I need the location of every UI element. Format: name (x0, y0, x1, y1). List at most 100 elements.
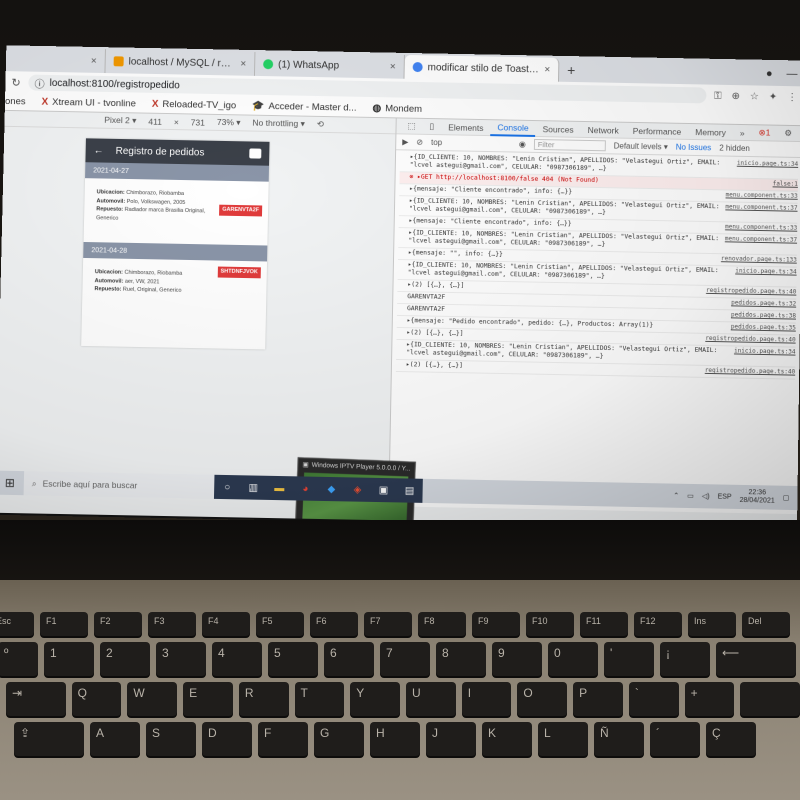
keyboard-key[interactable]: A (90, 722, 140, 756)
keyboard-key[interactable]: F2 (94, 612, 142, 636)
levels-select[interactable]: Default levels ▾ (614, 141, 668, 151)
keyboard-key[interactable]: 3 (156, 642, 206, 676)
keyboard-key[interactable]: 5 (268, 642, 318, 676)
git-icon[interactable]: ◈ (344, 477, 371, 502)
task-view-icon[interactable]: ▥ (240, 475, 267, 500)
keyboard-key[interactable]: I (461, 682, 512, 716)
keyboard-key[interactable]: ` (628, 682, 679, 716)
keyboard-key[interactable]: 4 (212, 642, 262, 676)
more-tabs[interactable]: » (733, 124, 752, 140)
keyboard-key[interactable]: 6 (324, 642, 374, 676)
device-height[interactable]: 731 (191, 117, 205, 127)
keyboard-key[interactable]: H (370, 722, 420, 756)
log-source-link[interactable]: menu.component.ts:33 (726, 191, 798, 200)
keyboard-key[interactable]: O (517, 682, 568, 716)
close-icon[interactable]: × (544, 64, 550, 75)
throttle-select[interactable]: No throttling ▾ (252, 118, 305, 130)
keyboard-key[interactable]: F11 (580, 612, 628, 636)
error-count-icon[interactable]: ⊗1 (751, 125, 777, 141)
context-select[interactable]: top (431, 138, 511, 148)
extensions-icon[interactable]: ✦ (769, 91, 778, 102)
tab-google-search[interactable]: modificar stilo de Toast ionic - B × (404, 54, 560, 82)
bookmark-item[interactable]: X Reloaded-TV_igo (152, 99, 237, 112)
keyboard-key[interactable]: F7 (364, 612, 412, 636)
keyboard-key[interactable]: F8 (418, 612, 466, 636)
inspect-icon[interactable]: ⬚ (400, 118, 422, 134)
keyboard-key[interactable]: Esc (0, 612, 34, 636)
tab-network[interactable]: Network (581, 121, 626, 138)
reload-icon[interactable]: ↻ (11, 76, 21, 89)
log-source-link[interactable]: registropedido.page.ts:40 (706, 287, 796, 297)
keyboard-key[interactable]: Q (71, 682, 122, 716)
key-icon[interactable]: ⚿ (714, 90, 722, 101)
file-explorer-icon[interactable]: ▬ (266, 476, 293, 501)
back-arrow-icon[interactable]: ← (94, 145, 104, 156)
network-icon[interactable]: ▭ (687, 492, 694, 500)
keyboard-key[interactable]: E (183, 682, 233, 716)
terminal-icon[interactable]: ▤ (396, 478, 423, 503)
keyboard-key[interactable]: Del (742, 612, 790, 636)
tab-partial[interactable]: × (5, 47, 106, 74)
keyboard-key[interactable]: 2 (100, 642, 150, 676)
sidebar-toggle-icon[interactable]: ▶ (402, 137, 408, 146)
log-source-link[interactable]: registropedido.page.ts:40 (705, 335, 795, 345)
keyboard-key[interactable]: F12 (634, 612, 682, 636)
device-select[interactable]: Pixel 2 ▾ (104, 115, 136, 127)
order-card[interactable]: Ubicacion: Chimborazo, Riobamba Automovi… (82, 258, 267, 325)
iptv-app-icon[interactable]: ▣ (370, 478, 397, 503)
log-source-link[interactable]: registropedido.page.ts:40 (705, 367, 795, 377)
keyboard-key[interactable]: W (127, 682, 178, 716)
log-source-link[interactable]: inicio.page.ts:34 (737, 160, 798, 169)
keyboard-key[interactable]: Ç (706, 722, 756, 756)
keyboard-key[interactable]: 8 (436, 642, 486, 676)
issues-button[interactable]: No Issues (676, 143, 712, 153)
log-source-link[interactable]: menu.component.ts:37 (725, 203, 797, 212)
keyboard-key[interactable]: R (238, 682, 289, 716)
star-icon[interactable]: ☆ (750, 91, 759, 102)
language-indicator[interactable]: ESP (718, 493, 732, 500)
log-source-link[interactable]: menu.component.ts:33 (725, 223, 797, 232)
windows-start-icon[interactable]: ⊞ (0, 471, 24, 496)
close-icon[interactable]: × (390, 61, 396, 72)
chrome-icon[interactable]: ◕ (292, 476, 319, 501)
notifications-icon[interactable]: ▢ (783, 494, 790, 502)
keyboard-key[interactable]: 9 (492, 642, 542, 676)
keyboard-key[interactable]: º (0, 642, 38, 676)
keyboard-key[interactable]: F3 (148, 612, 196, 636)
keyboard-key[interactable]: Y (350, 682, 400, 716)
tab-mysql[interactable]: localhost / MySQL / repicar / ca × (105, 49, 256, 76)
tab-performance[interactable]: Performance (626, 122, 689, 139)
keyboard-key[interactable]: Ins (688, 612, 736, 636)
device-width[interactable]: 411 (148, 116, 162, 126)
keyboard-key[interactable]: ' (604, 642, 654, 676)
log-source-link[interactable]: menu.component.ts:37 (725, 235, 797, 244)
tab-elements[interactable]: Elements (441, 119, 491, 136)
clock[interactable]: 22:36 28/04/2021 (740, 489, 775, 506)
clear-console-icon[interactable]: ⊘ (416, 138, 423, 147)
eye-icon[interactable]: ◉ (519, 140, 526, 149)
profile-icon[interactable]: ● (766, 68, 773, 80)
keyboard-key[interactable]: F1 (40, 612, 88, 636)
log-source-link[interactable]: pedidos.page.ts:38 (731, 311, 796, 320)
log-source-link[interactable]: inicio.page.ts:34 (734, 347, 796, 356)
zoom-select[interactable]: 73% ▾ (217, 117, 241, 128)
keyboard-key[interactable]: 0 (548, 642, 598, 676)
keyboard-key[interactable]: F4 (202, 612, 250, 636)
tab-sources[interactable]: Sources (535, 121, 580, 138)
keyboard-key[interactable]: F5 (256, 612, 304, 636)
tab-memory[interactable]: Memory (688, 123, 733, 140)
log-source-link[interactable]: inicio.page.ts:34 (735, 267, 796, 276)
keyboard-key[interactable]: ⇪ (14, 722, 84, 756)
close-icon[interactable]: × (240, 58, 246, 69)
keyboard-key[interactable]: D (202, 722, 252, 756)
chevron-up-icon[interactable]: ⌃ (673, 492, 679, 500)
keyboard-key[interactable]: T (294, 682, 345, 716)
keyboard-key[interactable] (740, 682, 800, 716)
settings-gear-icon[interactable]: ⚙ (777, 125, 799, 141)
bookmark-item[interactable]: X Xtream UI - tvonline (41, 97, 136, 110)
keyboard-key[interactable]: S (146, 722, 196, 756)
zoom-icon[interactable]: ⊕ (731, 90, 740, 101)
keyboard-key[interactable]: ⇥ (6, 682, 66, 716)
chat-icon[interactable] (249, 148, 262, 159)
minimize-icon[interactable]: — (786, 68, 797, 80)
